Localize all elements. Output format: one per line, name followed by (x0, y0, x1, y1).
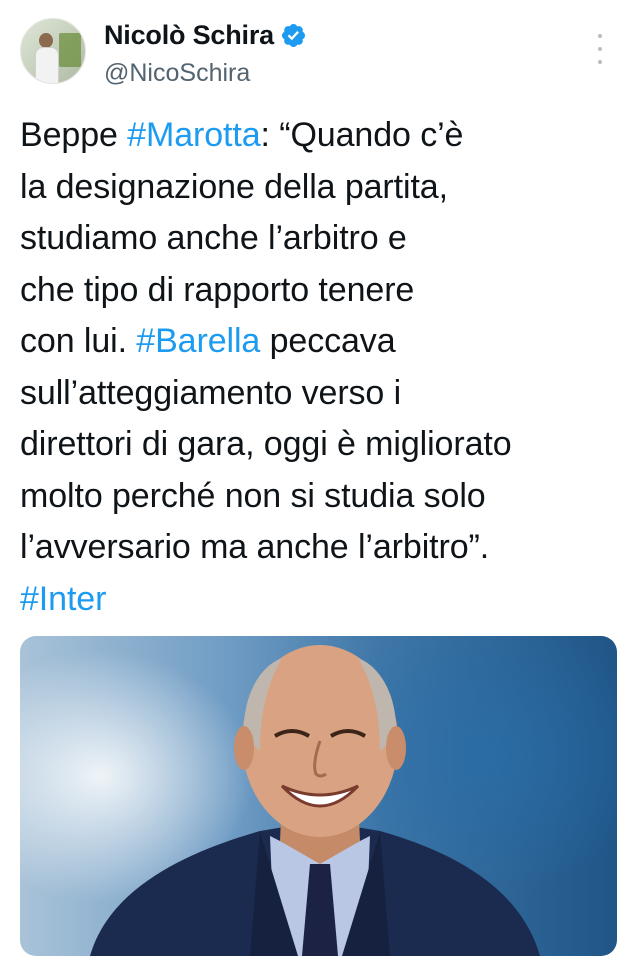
tweet-text-segment: peccava (260, 322, 396, 360)
tweet-line: l’avversario ma anche l’arbitro”. (20, 522, 625, 574)
tweet-text-segment: che tipo di rapporto tenere (20, 270, 415, 309)
photo-illustration (90, 645, 540, 956)
tweet-line: che tipo di rapporto tenere (20, 265, 625, 317)
tweet-text-segment: con lui. (20, 322, 137, 360)
tweet-text-segment: molto perché non si studia solo (20, 476, 486, 515)
author-handle[interactable]: @NicoSchira (104, 58, 250, 88)
tweet-line: sull’atteggiamento verso i (20, 368, 625, 420)
tweet-line: #Inter (20, 574, 625, 626)
tweet-line: direttori di gara, oggi è migliorato (20, 419, 625, 471)
author-avatar[interactable] (20, 18, 86, 84)
tweet-text-segment: sull’atteggiamento verso i (20, 373, 402, 412)
tweet-text-segment: : “Quando c’è (260, 116, 464, 154)
hashtag-link[interactable]: #Inter (20, 580, 106, 618)
tweet-line: molto perché non si studia solo (20, 471, 625, 523)
tweet-text-segment: direttori di gara, oggi è migliorato (20, 425, 512, 463)
tweet-media-photo[interactable] (20, 636, 617, 956)
tweet-text: Beppe #Marotta: “Quando c’è la designazio… (20, 110, 625, 625)
tweet-line: studiamo anche l’arbitro e (20, 213, 625, 265)
tweet-text-segment: Beppe (20, 116, 128, 154)
hashtag-link[interactable]: #Barella (136, 322, 260, 360)
avatar-background-sign (59, 33, 81, 67)
author-name-row: Nicolò Schira (104, 20, 307, 50)
tweet-text-segment: studiamo anche l’arbitro e (20, 219, 407, 257)
more-options-icon[interactable] (590, 34, 610, 64)
avatar-person (35, 31, 59, 83)
hashtag-link[interactable]: #Marotta (127, 116, 260, 154)
tweet-text-segment: la designazione della partita, (20, 167, 448, 206)
author-name[interactable]: Nicolò Schira (104, 20, 274, 50)
tweet-line: la designazione della partita, (20, 162, 625, 214)
tweet-text-segment: l’avversario ma anche l’arbitro”. (20, 528, 490, 566)
tweet-line: Beppe #Marotta: “Quando c’è (20, 110, 625, 162)
tweet-line: con lui. #Barella peccava (20, 316, 625, 368)
verified-badge-icon (281, 23, 305, 47)
